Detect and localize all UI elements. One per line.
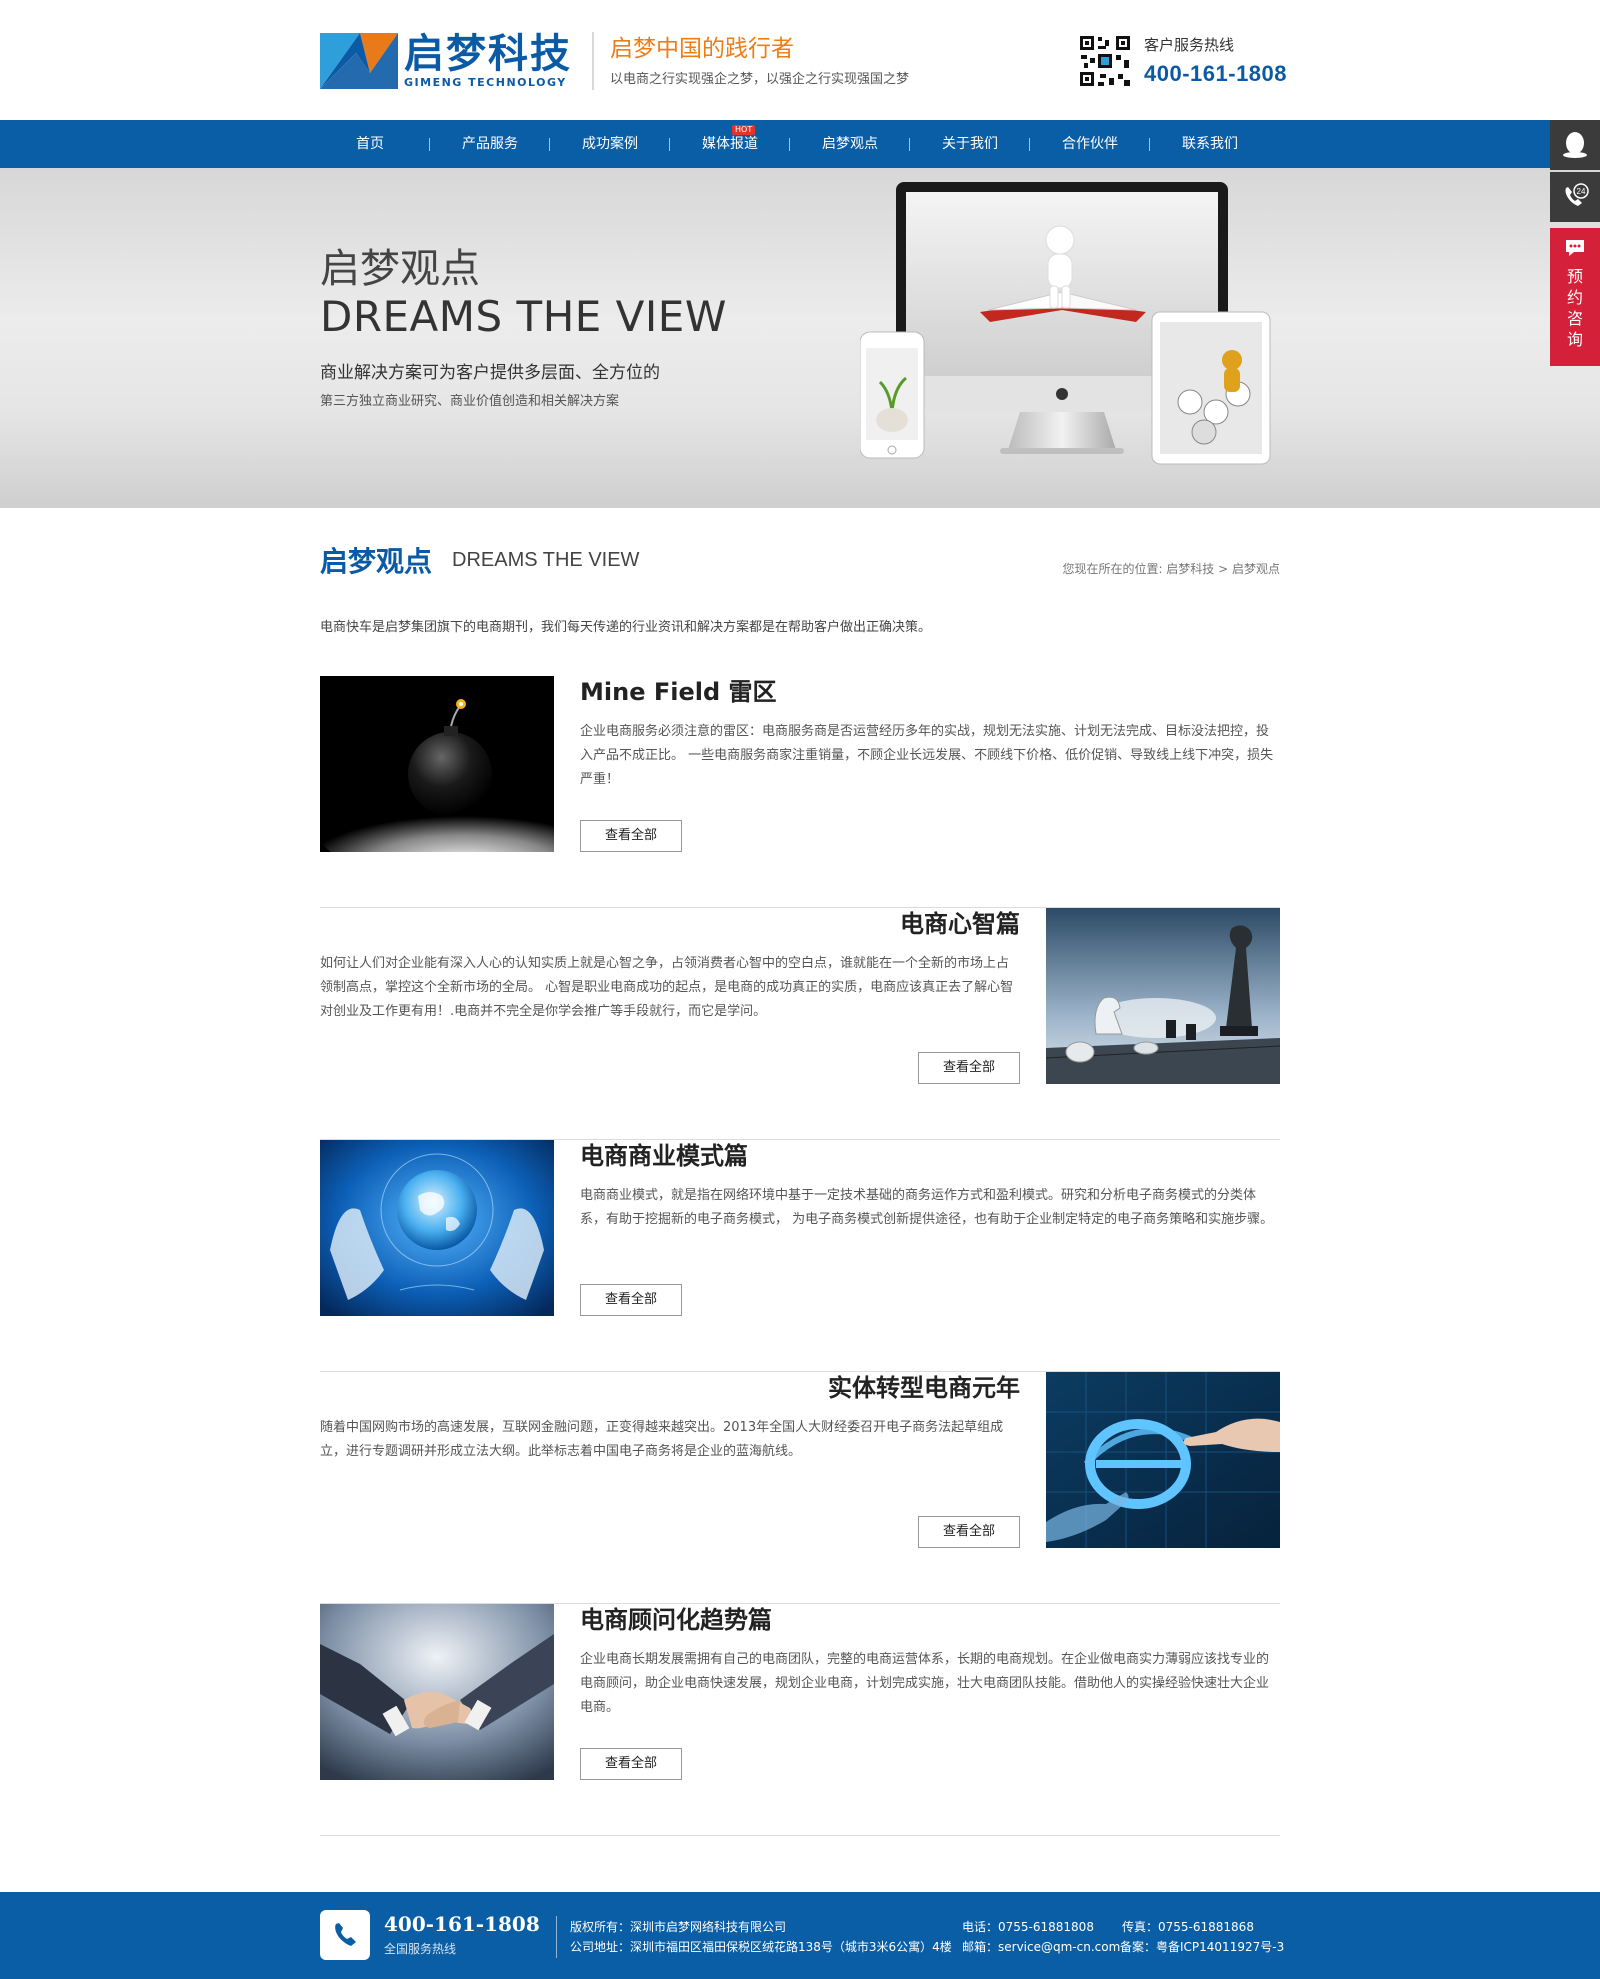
penguin-icon <box>1563 132 1587 158</box>
logo-mark-icon <box>320 32 398 89</box>
article-item: 电商顾问化趋势篇 企业电商长期发展需拥有自己的电商团队，完整的电商运营体系，长期… <box>320 1604 1280 1836</box>
article-summary: 电商商业模式，就是指在网络环境中基于一定技术基础的商务运作方式和盈利模式。研究和… <box>580 1188 1274 1227</box>
banner-title-en: DREAMS THE VIEW <box>320 292 727 341</box>
nav-item-home[interactable]: 首页 <box>310 120 430 168</box>
article-title[interactable]: 电商心智篇 <box>320 908 1020 940</box>
nav-item-media[interactable]: HOT 媒体报道 <box>670 120 790 168</box>
article-item: 电商心智篇 如何让人们对企业能有深入人心的认知实质上就是心智之争，占领消费者心智… <box>320 908 1280 1140</box>
logo-name-en: GIMENG TECHNOLOGY <box>404 76 567 89</box>
nav-item-label: 成功案例 <box>582 136 638 152</box>
article-title[interactable]: Mine Field 雷区 <box>580 676 1280 708</box>
side-floating-bar: 24 预约咨询 <box>1550 120 1600 366</box>
hero-banner: 启梦观点 DREAMS THE VIEW 商业解决方案可为客户提供多层面、全方位… <box>0 168 1600 508</box>
banner-subtitle: 第三方独立商业研究、商业价值创造和相关解决方案 <box>320 394 620 409</box>
view-all-button[interactable]: 查看全部 <box>580 820 682 852</box>
footer-icp[interactable]: 备案：粤备ICP14011927号-3 <box>1120 1938 1284 1955</box>
footer-copyright: 版权所有：深圳市启梦网络科技有限公司 <box>570 1920 787 1934</box>
nav-item-label: 启梦观点 <box>822 136 878 152</box>
article-item: 实体转型电商元年 随着中国网购市场的高速发展，互联网金融问题，正变得越来越突出。… <box>320 1372 1280 1604</box>
nav-item-about[interactable]: 关于我们 <box>910 120 1030 168</box>
nav-item-products[interactable]: 产品服务 <box>430 120 550 168</box>
phone-24-label: 24 <box>1577 187 1586 196</box>
handshake-image[interactable] <box>320 1604 554 1780</box>
section-header: 启梦观点 DREAMS THE VIEW 您现在所在的位置: 启梦科技 > 启梦… <box>320 540 1280 580</box>
footer-hotline-label: 全国服务热线 <box>384 1942 457 1956</box>
nav-item-cases[interactable]: 成功案例 <box>550 120 670 168</box>
consult-label: 预约咨询 <box>1566 267 1583 349</box>
footer-divider <box>556 1916 557 1958</box>
section-intro: 电商快车是启梦集团旗下的电商期刊，我们每天传递的行业资讯和解决方案都是在帮助客户… <box>320 620 932 635</box>
nav-item-partners[interactable]: 合作伙伴 <box>1030 120 1150 168</box>
chess-image[interactable] <box>1046 908 1280 1084</box>
logo-divider <box>592 32 594 90</box>
bomb-image[interactable] <box>320 676 554 852</box>
main-nav: 首页 产品服务 成功案例 HOT 媒体报道 启梦观点 关于我们 合作伙伴 联系我们 <box>0 120 1600 168</box>
nav-item-label: 首页 <box>356 136 384 152</box>
appointment-consult-button[interactable]: 预约咨询 <box>1550 228 1600 366</box>
globe-hands-image[interactable] <box>320 1140 554 1316</box>
qr-code-icon <box>1078 34 1132 88</box>
nav-item-views[interactable]: 启梦观点 <box>790 120 910 168</box>
article-title[interactable]: 电商商业模式篇 <box>580 1140 1280 1172</box>
site-header: 启梦科技 GIMENG TECHNOLOGY 启梦中国的践行者 以电商之行实现强… <box>0 0 1600 120</box>
view-all-button[interactable]: 查看全部 <box>918 1052 1020 1084</box>
slogan-main: 启梦中国的践行者 <box>610 36 794 62</box>
footer-hotline: 400-161-1808 <box>384 1912 540 1936</box>
hot-badge: HOT <box>732 125 756 135</box>
hotline-label: 客户服务热线 <box>1144 36 1235 54</box>
view-all-button[interactable]: 查看全部 <box>918 1516 1020 1548</box>
article-summary: 企业电商长期发展需拥有自己的电商团队，完整的电商运营体系，长期的电商规划。在企业… <box>580 1652 1270 1715</box>
breadcrumb[interactable]: 您现在所在的位置: 启梦科技 > 启梦观点 <box>1062 560 1280 577</box>
article-title[interactable]: 电商顾问化趋势篇 <box>580 1604 1280 1636</box>
article-item: 电商商业模式篇 电商商业模式，就是指在网络环境中基于一定技术基础的商务运作方式和… <box>320 1140 1280 1372</box>
devices-illustration <box>860 182 1271 465</box>
slogan-sub: 以电商之行实现强企之梦，以强企之行实现强国之梦 <box>610 72 910 87</box>
view-all-button[interactable]: 查看全部 <box>580 1284 682 1316</box>
view-all-button[interactable]: 查看全部 <box>580 1748 682 1780</box>
banner-title-cn: 启梦观点 <box>320 246 480 292</box>
footer-fax: 传真：0755-61881868 <box>1122 1920 1254 1934</box>
section-title-en: DREAMS THE VIEW <box>452 549 640 571</box>
article-summary: 企业电商服务必须注意的雷区：电商服务商是否运营经历多年的实战，规划无法实施、计划… <box>580 724 1274 787</box>
hotline: 客户服务热线 400-161-1808 <box>1144 34 1287 87</box>
nav-item-label: 产品服务 <box>462 136 518 152</box>
site-footer: 400-161-1808 全国服务热线 版权所有：深圳市启梦网络科技有限公司 公… <box>0 1892 1600 1979</box>
nav-item-label: 关于我们 <box>942 136 998 152</box>
phone-24-button[interactable]: 24 <box>1550 172 1600 222</box>
article-summary: 如何让人们对企业能有深入人心的认知实质上就是心智之争，占领消费者心智中的空白点，… <box>320 956 1014 1019</box>
nav-item-label: 媒体报道 <box>702 136 758 152</box>
article-title[interactable]: 实体转型电商元年 <box>320 1372 1020 1404</box>
nav-item-label: 合作伙伴 <box>1062 136 1118 152</box>
phone-24-icon: 24 <box>1565 183 1589 206</box>
article-summary: 随着中国网购市场的高速发展，互联网金融问题，正变得越来越突出。2013年全国人大… <box>320 1420 1004 1459</box>
qq-chat-button[interactable] <box>1550 120 1600 170</box>
chat-bubble-icon <box>1566 240 1584 256</box>
logo[interactable]: 启梦科技 GIMENG TECHNOLOGY <box>320 32 572 89</box>
section-title-cn: 启梦观点 <box>320 545 433 578</box>
slogan: 启梦中国的践行者 以电商之行实现强企之梦，以强企之行实现强国之梦 <box>610 34 909 87</box>
banner-description: 商业解决方案可为客户提供多层面、全方位的 <box>320 363 660 383</box>
footer-email[interactable]: 邮箱：service@qm-cn.com <box>962 1938 1120 1955</box>
logo-name-cn: 启梦科技 <box>404 31 572 77</box>
article-item: Mine Field 雷区 企业电商服务必须注意的雷区：电商服务商是否运营经历多… <box>320 676 1280 908</box>
footer-tel: 电话：0755-61881808 <box>962 1920 1094 1934</box>
footer-address: 公司地址：深圳市福田区福田保税区绒花路138号（城市3米6公寓）4楼 <box>570 1940 952 1954</box>
nav-item-contact[interactable]: 联系我们 <box>1150 120 1270 168</box>
phone-icon <box>335 1923 356 1946</box>
ecommerce-hand-image[interactable] <box>1046 1372 1280 1548</box>
hotline-number: 400-161-1808 <box>1144 61 1288 86</box>
nav-item-label: 联系我们 <box>1182 136 1238 152</box>
footer-phone-badge <box>320 1910 370 1960</box>
